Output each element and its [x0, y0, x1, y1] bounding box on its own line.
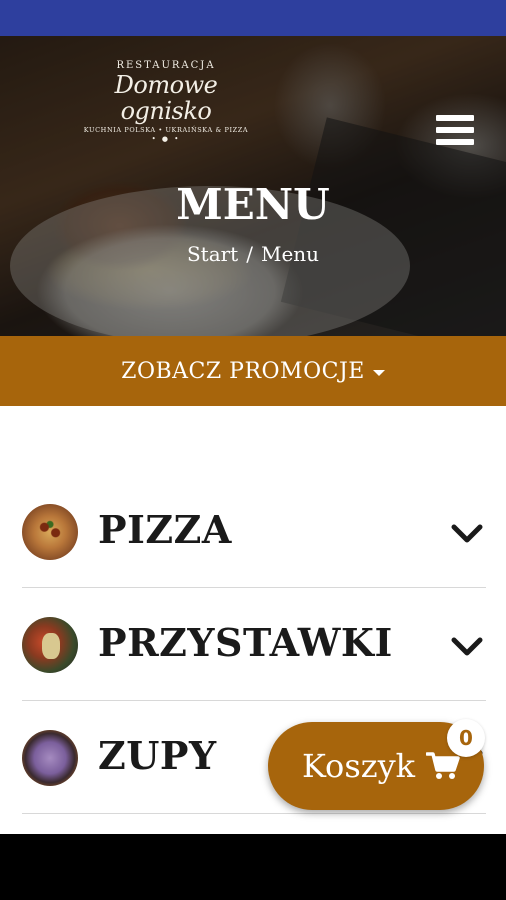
hamburger-line: [436, 139, 474, 145]
category-row-pizza[interactable]: PIZZA: [22, 476, 486, 588]
shopping-cart-icon: [426, 752, 460, 779]
restaurant-logo[interactable]: RESTAURACJA Domowe ognisko KUCHNIA POLSK…: [68, 60, 264, 143]
navigation-bar: [0, 834, 506, 900]
promotions-toggle-button[interactable]: ZOBACZ PROMOCJE: [0, 336, 506, 406]
appetizers-thumbnail: [22, 617, 78, 673]
caret-down-icon: [372, 370, 385, 376]
hamburger-line: [436, 127, 474, 133]
chevron-down-icon[interactable]: [450, 518, 484, 548]
status-bar: [0, 0, 506, 36]
logo-name: Domowe ognisko: [114, 71, 218, 125]
breadcrumb-current: Menu: [260, 242, 320, 266]
hero-banner: RESTAURACJA Domowe ognisko KUCHNIA POLSK…: [0, 36, 506, 336]
breadcrumb-separator: /: [246, 242, 253, 266]
cart-label: Koszyk: [302, 747, 416, 785]
category-name: PRZYSTAWKI: [98, 620, 393, 665]
page-title: MENU: [176, 180, 330, 229]
hamburger-line: [436, 115, 474, 121]
promotions-label: ZOBACZ PROMOCJE: [121, 358, 365, 384]
cart-count-badge: 0: [447, 719, 485, 757]
logo-ornament: • ● •: [151, 135, 181, 143]
pizza-thumbnail: [22, 504, 78, 560]
category-name: ZUPY: [98, 733, 217, 778]
logo-tagline: KUCHNIA POLSKA • UKRAIŃSKA & PIZZA: [83, 126, 249, 134]
category-row-przystawki[interactable]: PRZYSTAWKI: [22, 589, 486, 701]
soups-thumbnail: [22, 730, 78, 786]
breadcrumb-home-link[interactable]: Start: [187, 242, 238, 266]
chevron-down-icon[interactable]: [450, 631, 484, 661]
category-name: PIZZA: [98, 507, 232, 552]
hamburger-icon[interactable]: [436, 115, 476, 149]
breadcrumb: Start / Menu: [0, 240, 506, 268]
